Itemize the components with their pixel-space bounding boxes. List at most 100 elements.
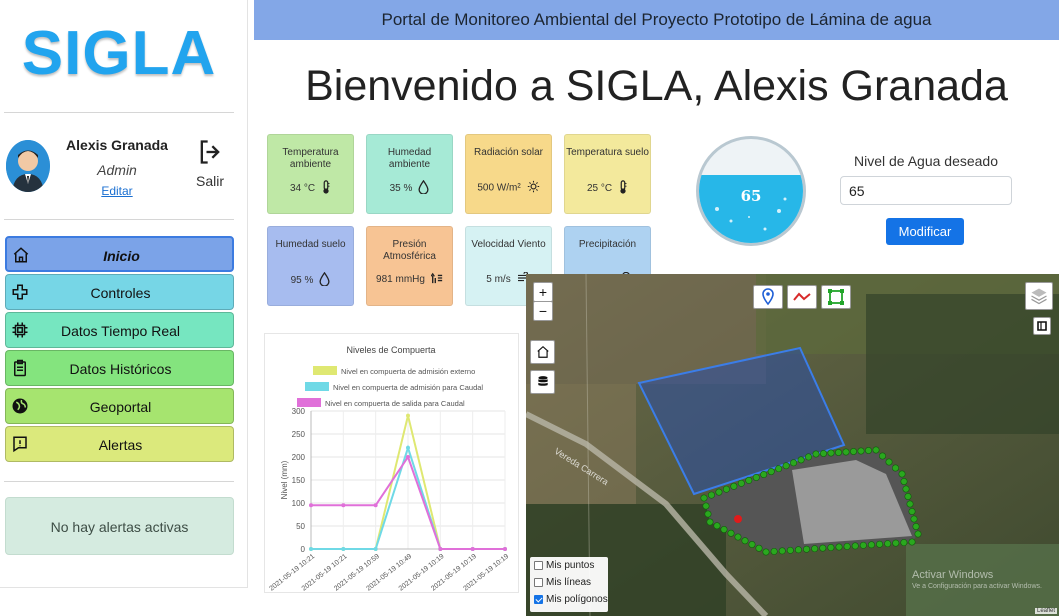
basemap-toggle-button[interactable] bbox=[1025, 282, 1053, 310]
vertex-marker[interactable] bbox=[892, 539, 900, 547]
vertex-marker[interactable] bbox=[849, 448, 857, 456]
vertex-marker[interactable] bbox=[819, 450, 827, 458]
home-view-button[interactable] bbox=[530, 340, 555, 364]
fullscreen-button[interactable] bbox=[1033, 317, 1051, 335]
map-attribution[interactable]: Leaflet bbox=[1034, 608, 1057, 614]
vertex-marker[interactable] bbox=[775, 465, 783, 473]
modify-button[interactable]: Modificar bbox=[886, 218, 964, 245]
vertex-marker[interactable] bbox=[842, 448, 850, 456]
vertex-marker[interactable] bbox=[884, 540, 892, 548]
vertex-marker[interactable] bbox=[891, 464, 899, 472]
vertex-marker[interactable] bbox=[867, 541, 875, 549]
vertex-marker[interactable] bbox=[902, 485, 910, 493]
vertex-marker[interactable] bbox=[872, 446, 880, 454]
polygons-checkbox[interactable] bbox=[534, 594, 543, 604]
vertex-marker[interactable] bbox=[741, 537, 749, 545]
vertex-marker[interactable] bbox=[876, 540, 884, 548]
lines-checkbox[interactable] bbox=[534, 577, 543, 587]
vertex-marker[interactable] bbox=[827, 544, 835, 552]
vertex-marker[interactable] bbox=[760, 471, 768, 479]
vertex-marker[interactable] bbox=[715, 488, 723, 496]
vertex-marker[interactable] bbox=[812, 450, 820, 458]
vertex-marker[interactable] bbox=[706, 518, 714, 526]
y-tick-label: 50 bbox=[296, 522, 305, 531]
draw-polygon-tool[interactable] bbox=[821, 285, 851, 309]
vertex-marker[interactable] bbox=[805, 453, 813, 461]
vertex-marker[interactable] bbox=[720, 526, 728, 534]
vertex-marker[interactable] bbox=[906, 500, 914, 508]
vertex-marker[interactable] bbox=[786, 546, 794, 554]
logout-button[interactable]: Salir bbox=[190, 138, 230, 189]
vertex-marker[interactable] bbox=[704, 510, 712, 518]
nav-controles[interactable]: Controles bbox=[5, 274, 234, 310]
nav-inicio[interactable]: Inicio bbox=[5, 236, 234, 272]
map-point[interactable] bbox=[734, 515, 742, 523]
vertex-marker[interactable] bbox=[900, 539, 908, 547]
zoom-out-button[interactable]: − bbox=[533, 301, 553, 321]
vertex-marker[interactable] bbox=[827, 449, 835, 457]
vertex-marker[interactable] bbox=[859, 541, 867, 549]
vertex-marker[interactable] bbox=[745, 476, 753, 484]
metric-title: Humedad suelo bbox=[275, 239, 346, 250]
vertex-marker[interactable] bbox=[790, 459, 798, 467]
droplet-icon bbox=[319, 271, 330, 289]
nav-datos-historicos[interactable]: Datos Históricos bbox=[5, 350, 234, 386]
logout-icon bbox=[200, 140, 220, 164]
vertex-marker[interactable] bbox=[794, 546, 802, 554]
vertex-marker[interactable] bbox=[904, 493, 912, 501]
vertex-marker[interactable] bbox=[702, 502, 710, 510]
vertex-marker[interactable] bbox=[898, 470, 906, 478]
vertex-marker[interactable] bbox=[782, 462, 790, 470]
vertex-marker[interactable] bbox=[778, 547, 786, 555]
vertex-marker[interactable] bbox=[730, 482, 738, 490]
vertex-marker[interactable] bbox=[707, 491, 715, 499]
layers-button[interactable] bbox=[530, 370, 555, 394]
vertex-marker[interactable] bbox=[835, 543, 843, 551]
layer-points[interactable]: Mis puntos bbox=[534, 559, 594, 573]
vertex-marker[interactable] bbox=[851, 542, 859, 550]
vertex-marker[interactable] bbox=[797, 456, 805, 464]
vertex-marker[interactable] bbox=[843, 542, 851, 550]
vertex-marker[interactable] bbox=[700, 494, 708, 502]
zoom-in-button[interactable]: + bbox=[533, 282, 553, 302]
vertex-marker[interactable] bbox=[770, 547, 778, 555]
vertex-marker[interactable] bbox=[864, 447, 872, 455]
edit-profile-link[interactable]: Editar bbox=[56, 184, 178, 198]
layer-lines[interactable]: Mis líneas bbox=[534, 576, 591, 590]
draw-line-tool[interactable] bbox=[787, 285, 817, 309]
water-level-gauge: 65 bbox=[696, 136, 806, 246]
nav-label: Controles bbox=[90, 285, 151, 301]
windows-watermark: Activar Windows Ve a Configuración para … bbox=[912, 570, 1042, 592]
vertex-marker[interactable] bbox=[878, 452, 886, 460]
vertex-marker[interactable] bbox=[767, 468, 775, 476]
vertex-marker[interactable] bbox=[803, 545, 811, 553]
nav-geoportal[interactable]: Geoportal bbox=[5, 388, 234, 424]
vertex-marker[interactable] bbox=[762, 548, 770, 556]
vertex-marker[interactable] bbox=[900, 478, 908, 486]
vertex-marker[interactable] bbox=[908, 538, 916, 546]
vertex-marker[interactable] bbox=[910, 515, 918, 523]
points-checkbox[interactable] bbox=[534, 560, 543, 570]
vertex-marker[interactable] bbox=[734, 533, 742, 541]
vertex-marker[interactable] bbox=[752, 473, 760, 481]
vertex-marker[interactable] bbox=[857, 447, 865, 455]
vertex-marker[interactable] bbox=[755, 544, 763, 552]
draw-marker-tool[interactable] bbox=[753, 285, 783, 309]
vertex-marker[interactable] bbox=[914, 530, 922, 538]
layer-polygons[interactable]: Mis polígonos bbox=[534, 593, 608, 607]
vertex-marker[interactable] bbox=[819, 544, 827, 552]
vertex-marker[interactable] bbox=[885, 458, 893, 466]
water-level-input[interactable] bbox=[840, 176, 1012, 205]
nav-datos-tiempo-real[interactable]: Datos Tiempo Real bbox=[5, 312, 234, 348]
geoportal-map[interactable]: + − Vereda Carrera Mis puntos Mis líneas… bbox=[526, 274, 1059, 616]
vertex-marker[interactable] bbox=[727, 529, 735, 537]
vertex-marker[interactable] bbox=[713, 522, 721, 530]
vertex-marker[interactable] bbox=[737, 479, 745, 487]
vertex-marker[interactable] bbox=[722, 485, 730, 493]
vertex-marker[interactable] bbox=[834, 449, 842, 457]
vertex-marker[interactable] bbox=[811, 545, 819, 553]
nav-alertas[interactable]: Alertas bbox=[5, 426, 234, 462]
vertex-marker[interactable] bbox=[912, 523, 920, 531]
vertex-marker[interactable] bbox=[908, 508, 916, 516]
vertex-marker[interactable] bbox=[748, 540, 756, 548]
